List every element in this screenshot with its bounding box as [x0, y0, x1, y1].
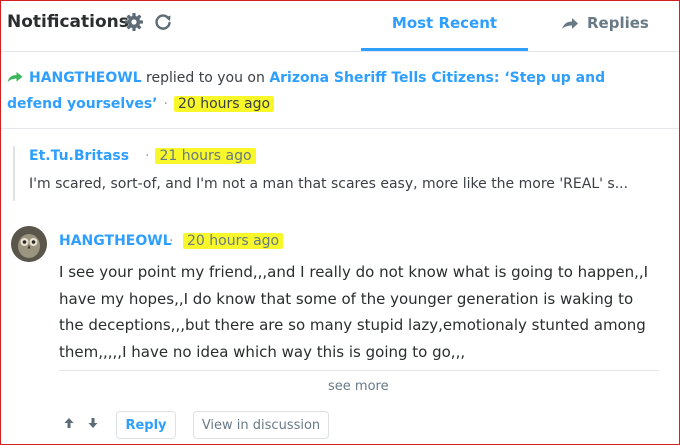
avatar[interactable]	[11, 226, 47, 262]
quoted-snippet: I'm scared, sort-of, and I'm not a man t…	[29, 176, 629, 192]
tab-most-recent[interactable]: Most Recent	[361, 1, 528, 51]
separator-dot: ·	[169, 233, 174, 249]
reply-time-text: 20 hours ago	[183, 233, 284, 249]
reply-timestamp[interactable]: 20 hours ago	[183, 233, 284, 249]
notifications-panel: Notifications Most Recent Replies HANGTH…	[0, 0, 680, 445]
reply-arrow-icon	[562, 17, 578, 29]
notification-user-link[interactable]: HANGTHEOWL	[29, 70, 142, 86]
see-more-link[interactable]: see more	[328, 379, 389, 394]
owl-avatar-image	[11, 226, 47, 262]
tab-replies[interactable]: Replies	[561, 1, 679, 51]
separator-dot: ·	[163, 96, 168, 112]
quoted-comment[interactable]: Et.Tu.Britass · 21 hours ago I'm scared, …	[13, 146, 673, 201]
notifications-header: Notifications Most Recent Replies	[1, 1, 679, 52]
quoted-time-text: 21 hours ago	[155, 148, 256, 164]
reply-button[interactable]: Reply	[116, 411, 176, 439]
notification-timestamp[interactable]: 20 hours ago	[173, 96, 275, 112]
refresh-icon[interactable]	[153, 12, 173, 32]
tab-replies-label: Replies	[587, 14, 649, 32]
share-arrow-icon	[7, 72, 23, 82]
separator-dot: ·	[145, 148, 150, 164]
divider	[1, 128, 679, 129]
downvote-icon[interactable]	[87, 417, 99, 429]
reply-author-link[interactable]: HANGTHEOWL	[59, 233, 172, 249]
notification-item: HANGTHEOWL replied to you on Arizona She…	[7, 65, 647, 117]
divider	[59, 370, 659, 371]
gear-icon[interactable]	[124, 12, 144, 32]
reply-body: I see your point my friend,,,and I reall…	[59, 263, 649, 361]
page-title: Notifications	[7, 12, 129, 32]
notification-action-text: replied to you on	[141, 70, 270, 86]
view-in-discussion-button[interactable]: View in discussion	[193, 411, 329, 439]
upvote-icon[interactable]	[63, 417, 75, 429]
quoted-timestamp[interactable]: · 21 hours ago	[145, 148, 256, 164]
quoted-author-link[interactable]: Et.Tu.Britass	[29, 148, 129, 164]
